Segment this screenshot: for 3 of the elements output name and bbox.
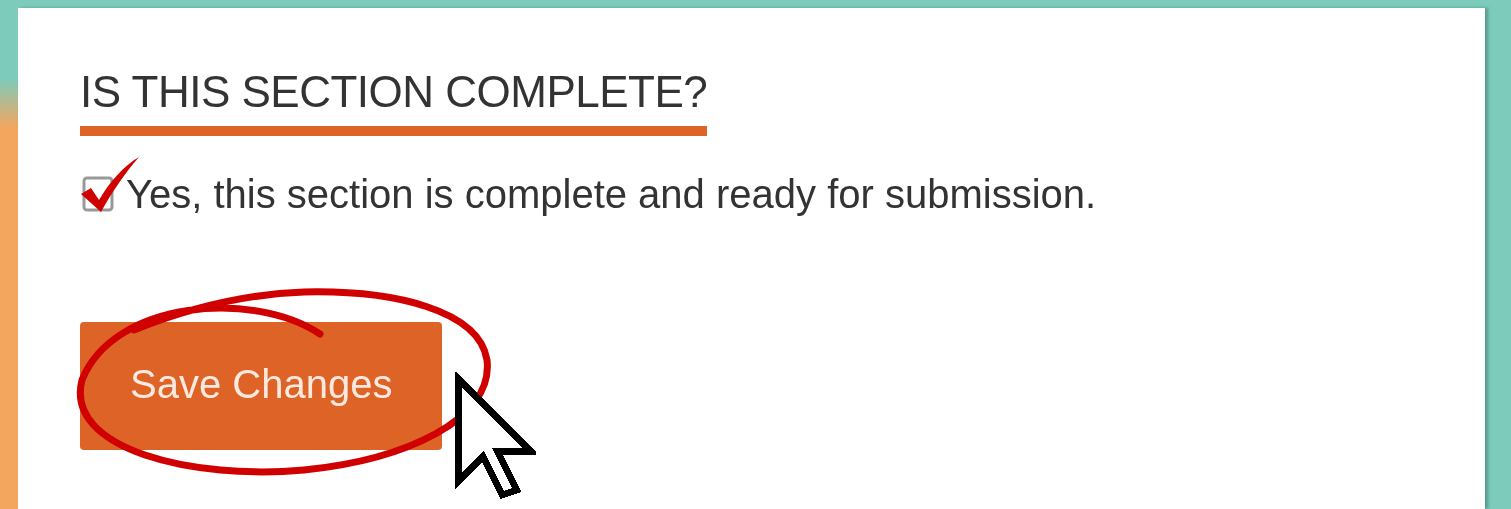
section-heading: IS THIS SECTION COMPLETE?: [80, 68, 708, 137]
save-changes-button[interactable]: Save Changes: [80, 322, 443, 451]
checkbox-label: Yes, this section is complete and ready for submission.: [126, 171, 1097, 219]
